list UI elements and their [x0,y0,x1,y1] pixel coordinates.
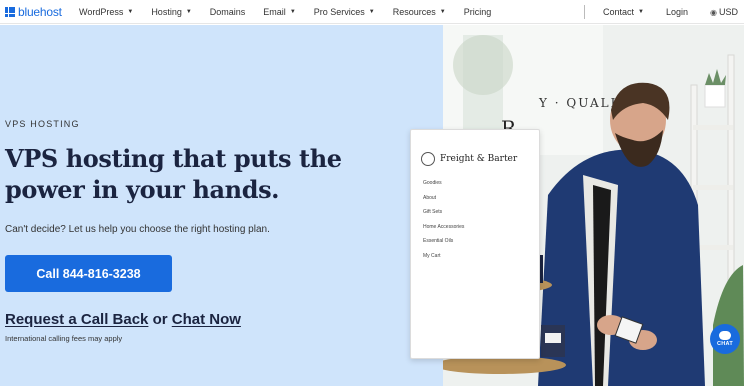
nav-item-label: Pricing [463,6,492,17]
hero-eyebrow: VPS HOSTING [5,119,80,129]
mockup-brand: Freight & Barter [421,152,517,166]
mockup-menu-item: My Cart [423,252,441,259]
logo-grid-icon [5,6,15,17]
contact-links: Request a Call Back or Chat Now [5,311,241,328]
chevron-down-icon: ▼ [638,9,644,15]
contact-label: Contact [602,7,635,17]
logo-text: bluehost [18,4,62,19]
mockup-seal-icon [421,152,435,166]
currency-selector[interactable]: ◉ USD [710,7,738,17]
mockup-menu: Goodies About Gift Sets Home Accessories Ess… [423,180,464,267]
nav-item-pro-services[interactable]: Pro Services ▼ [314,7,375,17]
nav-item-label: Pro Services [313,6,365,17]
nav-item-email[interactable]: Email ▼ [263,7,295,17]
nav-item-pricing[interactable]: Pricing [464,7,492,17]
chevron-down-icon: ▼ [185,8,192,15]
hero-section: VPS HOSTING VPS hosting that puts the po… [0,25,744,386]
chat-now-link[interactable]: Chat Now [172,311,241,328]
login-link[interactable]: Login [666,7,688,17]
nav-item-label: Email [263,6,286,17]
nav-item-hosting[interactable]: Hosting ▼ [151,7,191,17]
currency-label: USD [718,7,738,17]
hero-subtext: Can't decide? Let us help you choose the… [5,224,270,235]
nav-item-domains[interactable]: Domains [210,7,246,17]
nav-item-label: Domains [209,6,246,17]
top-nav: bluehost WordPress ▼ Hosting ▼ Domains Email ▼… [0,0,744,24]
chevron-down-icon: ▼ [289,8,296,15]
nav-item-label: Hosting [151,6,182,17]
contact-menu[interactable]: Contact ▼ [603,7,644,17]
login-label: Login [665,7,688,17]
main-menu: WordPress ▼ Hosting ▼ Domains Email ▼ Pro Servi… [79,7,509,17]
nav-divider [583,5,585,19]
mockup-menu-item: Home Accessories [423,223,465,230]
website-mockup: Freight & Barter Goodies About Gift Sets Ho… [410,129,540,359]
chevron-down-icon: ▼ [127,8,134,15]
call-button[interactable]: Call 844-816-3238 [5,255,172,292]
nav-item-label: WordPress [79,6,124,17]
chat-label: CHAT [716,341,734,347]
or-text: or [152,311,168,328]
mockup-menu-item: Essential Oils [423,238,454,244]
nav-item-label: Resources [392,6,436,17]
mockup-menu-item: Goodies [423,180,442,186]
chevron-down-icon: ▼ [439,8,446,15]
hero-headline: VPS hosting that puts the power in your … [5,144,342,204]
mockup-brand-name: Freight & Barter [440,154,518,164]
mockup-menu-item: About [423,194,437,201]
chevron-down-icon: ▼ [368,8,375,15]
bluehost-logo[interactable]: bluehost [5,5,71,19]
fees-note: International calling fees may apply [5,334,123,343]
mockup-menu-item: Gift Sets [423,209,443,215]
nav-item-resources[interactable]: Resources ▼ [393,7,446,17]
nav-right: Contact ▼ Login ◉ USD [583,0,738,24]
globe-icon: ◉ [710,7,717,17]
nav-item-wordpress[interactable]: WordPress ▼ [79,7,133,17]
chat-widget[interactable]: CHAT [710,324,740,354]
request-callback-link[interactable]: Request a Call Back [5,311,148,328]
chat-bubble-icon [719,331,731,340]
